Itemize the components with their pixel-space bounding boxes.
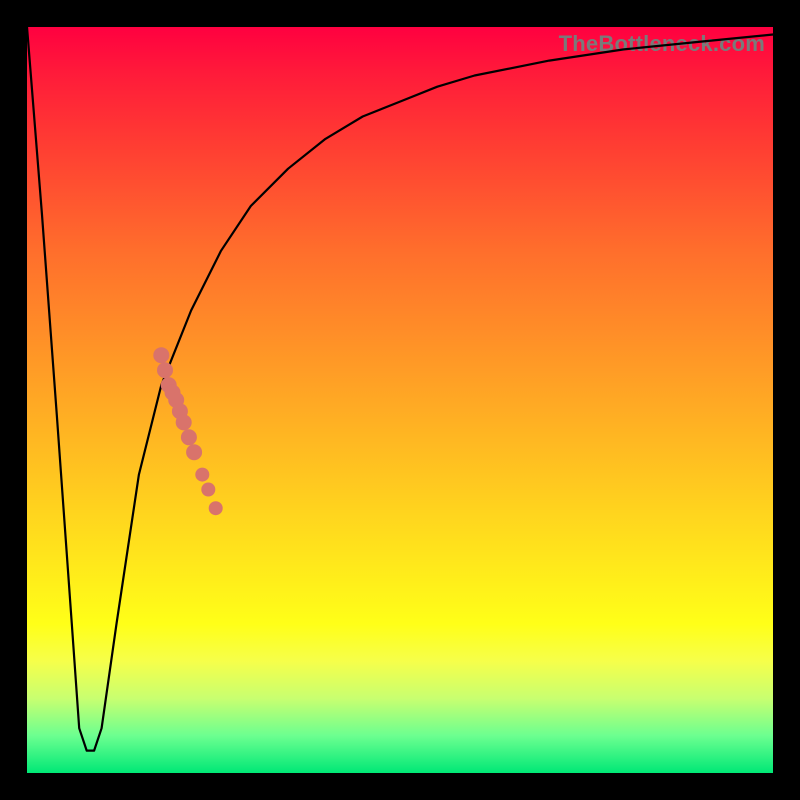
data-marker: [176, 414, 192, 430]
chart-svg: [27, 27, 773, 773]
bottleneck-curve: [27, 27, 773, 751]
chart-frame: TheBottleneck.com: [0, 0, 800, 800]
marker-group: [153, 347, 222, 515]
data-marker: [181, 429, 197, 445]
data-marker: [195, 468, 209, 482]
data-marker: [157, 362, 173, 378]
plot-area: TheBottleneck.com: [27, 27, 773, 773]
data-marker: [209, 501, 223, 515]
data-marker: [186, 444, 202, 460]
data-marker: [153, 347, 169, 363]
data-marker: [201, 483, 215, 497]
